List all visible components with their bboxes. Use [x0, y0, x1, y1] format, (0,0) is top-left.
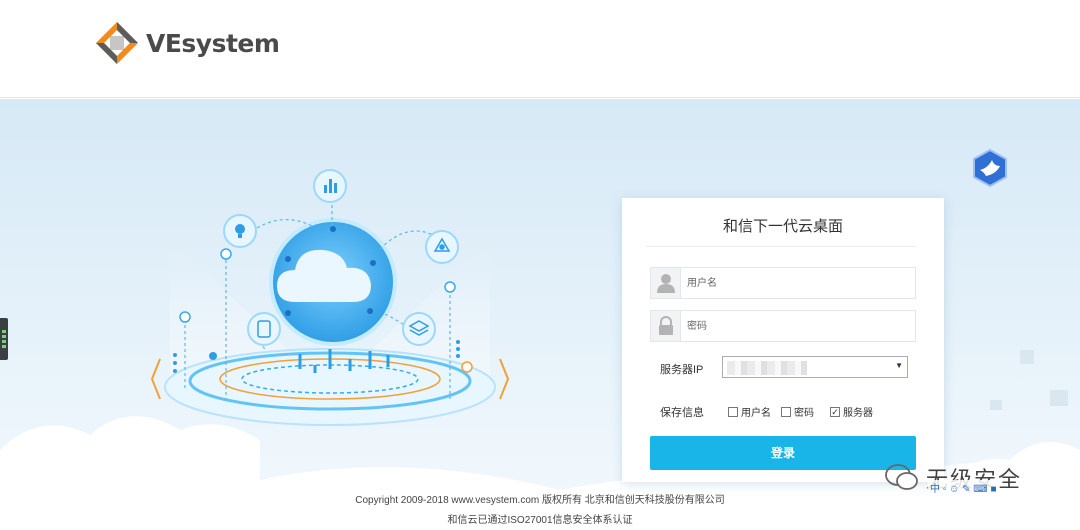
- save-username-checkbox[interactable]: [728, 406, 738, 417]
- password-input[interactable]: [687, 316, 907, 336]
- username-input[interactable]: [687, 273, 907, 293]
- save-options: 用户名 密码 ✓ 服务器: [728, 404, 873, 419]
- save-username-label: 用户名: [741, 408, 771, 419]
- save-password-checkbox[interactable]: [781, 406, 791, 417]
- vesystem-logo-icon: [96, 22, 138, 64]
- server-ip-label: 服务器IP: [660, 364, 704, 376]
- server-ip-select[interactable]: ▼: [722, 356, 908, 378]
- save-server-label: 服务器: [843, 408, 873, 419]
- save-username-option[interactable]: 用户名: [728, 404, 771, 419]
- save-server-checkbox[interactable]: ✓: [830, 406, 840, 417]
- wechat-icon: [885, 464, 918, 490]
- login-panel: 和信下一代云桌面 服务器IP ▼ 保存信息 用户名 密码 ✓ 服务器 登: [622, 198, 944, 482]
- server-ip-value-redacted: [727, 361, 807, 375]
- username-field[interactable]: [650, 267, 916, 299]
- brand-name: VEsystem: [146, 28, 280, 58]
- ime-toolbar[interactable]: 中 ◦ ☺ ✎ ⌨ ■: [928, 480, 999, 495]
- password-field[interactable]: [650, 310, 916, 342]
- title-divider: [646, 246, 916, 247]
- user-icon: [651, 268, 681, 298]
- login-title: 和信下一代云桌面: [722, 218, 843, 235]
- certification-text: 和信云已通过ISO27001信息安全体系认证: [447, 515, 633, 526]
- save-info-label: 保存信息: [660, 407, 704, 419]
- top-header: VEsystem: [0, 0, 1080, 98]
- chevron-down-icon: ▼: [895, 361, 903, 370]
- lock-icon: [651, 311, 681, 341]
- bird-icon[interactable]: [970, 148, 1010, 188]
- cloud-computing-illustration: [150, 169, 510, 426]
- login-button[interactable]: 登录: [650, 436, 916, 470]
- save-password-label: 密码: [794, 408, 814, 419]
- brand-logo[interactable]: VEsystem: [94, 20, 280, 66]
- save-password-option[interactable]: 密码: [781, 404, 814, 419]
- save-server-option[interactable]: ✓ 服务器: [830, 404, 873, 419]
- side-widget-tab[interactable]: [0, 318, 8, 360]
